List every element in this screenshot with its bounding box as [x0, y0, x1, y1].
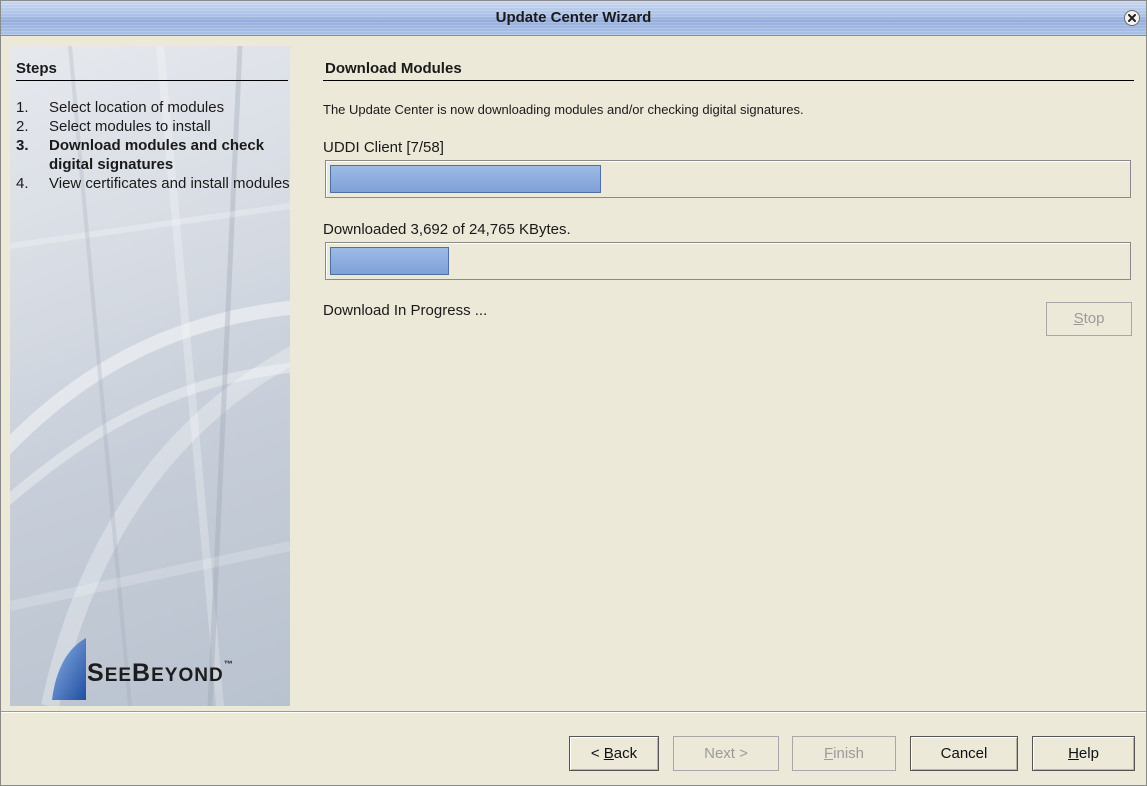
steps-panel: Steps 1. Select location of modules 2. S… — [10, 46, 290, 706]
step-number: 1. — [16, 99, 29, 116]
next-button[interactable]: Next > — [673, 736, 779, 771]
bytes-progress-label: Downloaded 3,692 of 24,765 KBytes. — [323, 221, 571, 238]
title-bar[interactable]: Update Center Wizard — [1, 1, 1146, 36]
page-title: Download Modules — [325, 60, 462, 77]
bytes-progress-fill — [330, 247, 449, 275]
step-number: 3. — [16, 137, 29, 154]
step-number: 2. — [16, 118, 29, 135]
cancel-button[interactable]: Cancel — [910, 736, 1018, 771]
title-divider — [323, 80, 1134, 81]
status-text: Download In Progress ... — [323, 302, 488, 319]
window-title: Update Center Wizard — [495, 9, 652, 26]
back-label-rest: ack — [613, 745, 638, 762]
bytes-progress-bar — [325, 242, 1131, 280]
module-progress-bar — [325, 160, 1131, 198]
finish-label-rest: inish — [833, 745, 865, 762]
stop-mnemonic: S — [1073, 310, 1084, 327]
wizard-window: Update Center Wizard Steps 1. Select loc… — [0, 0, 1147, 786]
seebeyond-logo: SEEBEYOND™ — [52, 638, 282, 700]
step-label: Download modules and check digital signa… — [49, 137, 265, 173]
step-item-4: 4. View certificates and install modules — [16, 174, 290, 193]
step-label: Select location of modules — [49, 99, 225, 116]
module-progress-label: UDDI Client [7/58] — [323, 139, 444, 156]
finish-button[interactable]: Finish — [792, 736, 896, 771]
help-mnemonic: H — [1068, 745, 1079, 762]
step-label: Select modules to install — [49, 118, 211, 135]
close-icon[interactable] — [1124, 10, 1140, 26]
logo-wordmark: SEEBEYOND™ — [87, 659, 234, 687]
module-progress-fill — [330, 165, 601, 193]
logo-mark-icon — [52, 638, 86, 700]
step-label: View certificates and install modules — [49, 175, 290, 192]
step-item-1: 1. Select location of modules — [16, 98, 290, 117]
next-label: Next > — [704, 745, 748, 762]
steps-list: 1. Select location of modules 2. Select … — [16, 98, 290, 193]
steps-divider — [16, 80, 288, 81]
back-prefix: < — [590, 745, 604, 762]
finish-mnemonic: F — [823, 745, 834, 762]
steps-header: Steps — [16, 60, 57, 77]
description-text: The Update Center is now downloading mod… — [323, 102, 804, 117]
back-mnemonic: B — [603, 745, 614, 762]
step-item-2: 2. Select modules to install — [16, 117, 290, 136]
stop-button[interactable]: Stop — [1046, 302, 1132, 336]
step-item-3: 3. Download modules and check digital si… — [16, 136, 290, 174]
footer-divider-highlight — [1, 712, 1146, 713]
help-button[interactable]: Help — [1032, 736, 1135, 771]
step-number: 4. — [16, 175, 29, 192]
cancel-label: Cancel — [940, 745, 988, 762]
stop-label-rest: top — [1083, 310, 1105, 327]
back-button[interactable]: < Back — [569, 736, 659, 771]
help-label-rest: elp — [1078, 745, 1099, 762]
